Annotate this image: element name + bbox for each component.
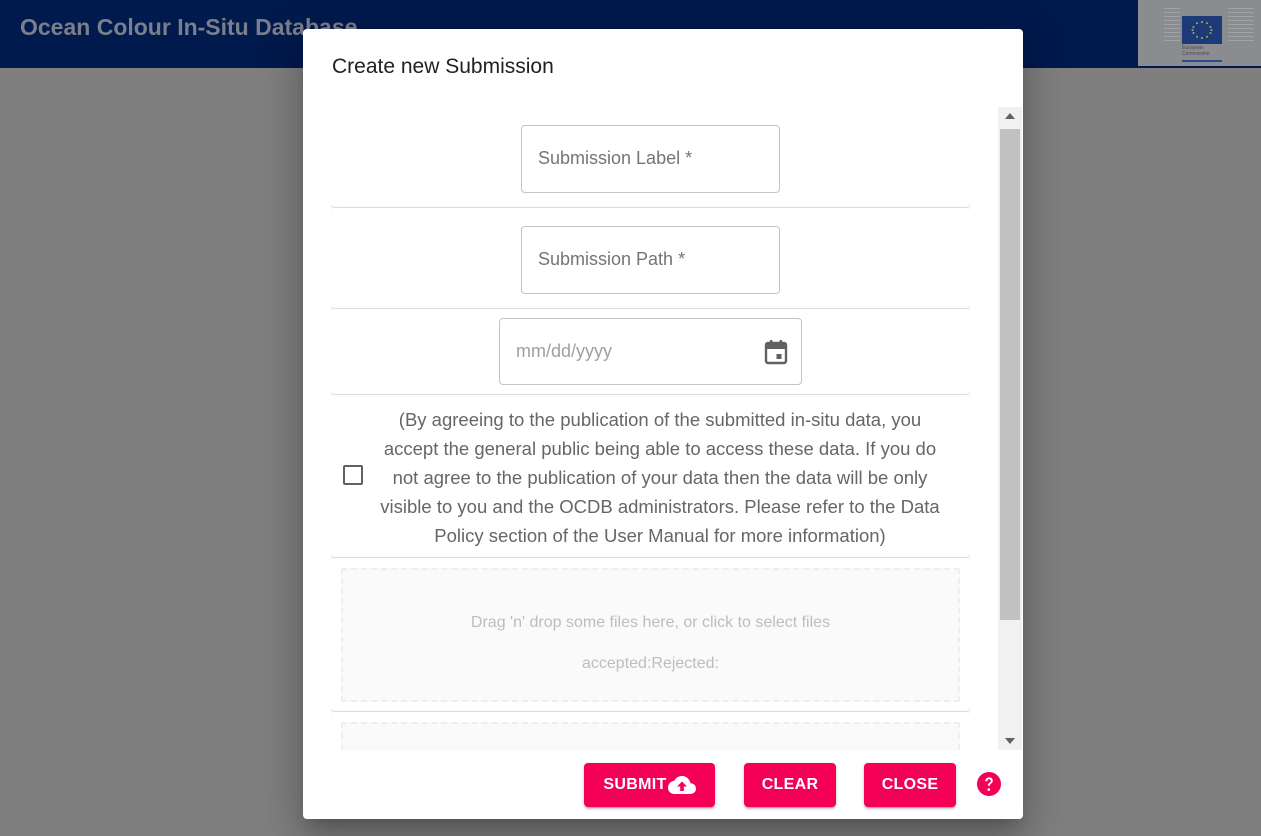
dropzone-instruction: Drag 'n' drop some files here, or click … (470, 614, 831, 631)
eu-flag-icon (1182, 16, 1222, 44)
submission-label-input[interactable]: Submission Label * (521, 125, 780, 193)
second-file-dropzone[interactable] (341, 722, 960, 751)
arrow-up-icon (1005, 113, 1015, 119)
logo-building-lines-right (1228, 8, 1254, 44)
submit-button[interactable]: SUBMIT (584, 763, 715, 807)
logo-underline (1182, 60, 1222, 62)
arrow-down-icon (1005, 738, 1015, 744)
logo-text-line2: Commission (1182, 51, 1210, 57)
logo-building-lines-left (1164, 8, 1180, 44)
date-placeholder: mm/dd/yyyy (516, 341, 613, 361)
date-input[interactable]: mm/dd/yyyy (499, 318, 802, 385)
close-button[interactable]: CLOSE (864, 763, 956, 807)
file-dropzone[interactable]: Drag 'n' drop some files here, or click … (341, 568, 960, 702)
create-submission-dialog: Create new Submission Submission Label *… (303, 29, 1023, 819)
calendar-icon[interactable] (764, 339, 788, 365)
submission-label-field-label: Submission Label * (538, 148, 693, 168)
clear-button[interactable]: CLEAR (744, 763, 836, 807)
dialog-content: Submission Label * Submission Path * mm/… (331, 107, 970, 751)
dropzone-status: accepted:Rejected: (582, 655, 719, 672)
date-section: mm/dd/yyyy (331, 309, 970, 394)
scroll-down-button[interactable] (998, 730, 1022, 750)
help-circle-icon[interactable] (976, 771, 1002, 797)
file-dropzone-section: Drag 'n' drop some files here, or click … (331, 558, 970, 711)
publication-consent-checkbox[interactable] (343, 465, 363, 485)
publication-consent-text: (By agreeing to the publication of the s… (380, 409, 940, 546)
submit-label: SUBMIT (603, 776, 667, 793)
scroll-up-button[interactable] (998, 107, 1022, 127)
dialog-scrollbar[interactable] (998, 107, 1022, 750)
submission-path-section: Submission Path * (331, 208, 970, 308)
logo-text: European Commission (1182, 45, 1210, 57)
submission-path-field-label: Submission Path * (538, 249, 686, 269)
european-commission-logo[interactable]: European Commission (1138, 0, 1261, 66)
dialog-title: Create new Submission (332, 55, 554, 78)
scroll-thumb[interactable] (1000, 129, 1020, 620)
second-dropzone-section (331, 712, 970, 751)
submission-label-section: Submission Label * (331, 107, 970, 207)
publication-consent-section: (By agreeing to the publication of the s… (331, 395, 970, 557)
cloud-upload-icon (667, 776, 696, 794)
submission-path-input[interactable]: Submission Path * (521, 226, 780, 294)
